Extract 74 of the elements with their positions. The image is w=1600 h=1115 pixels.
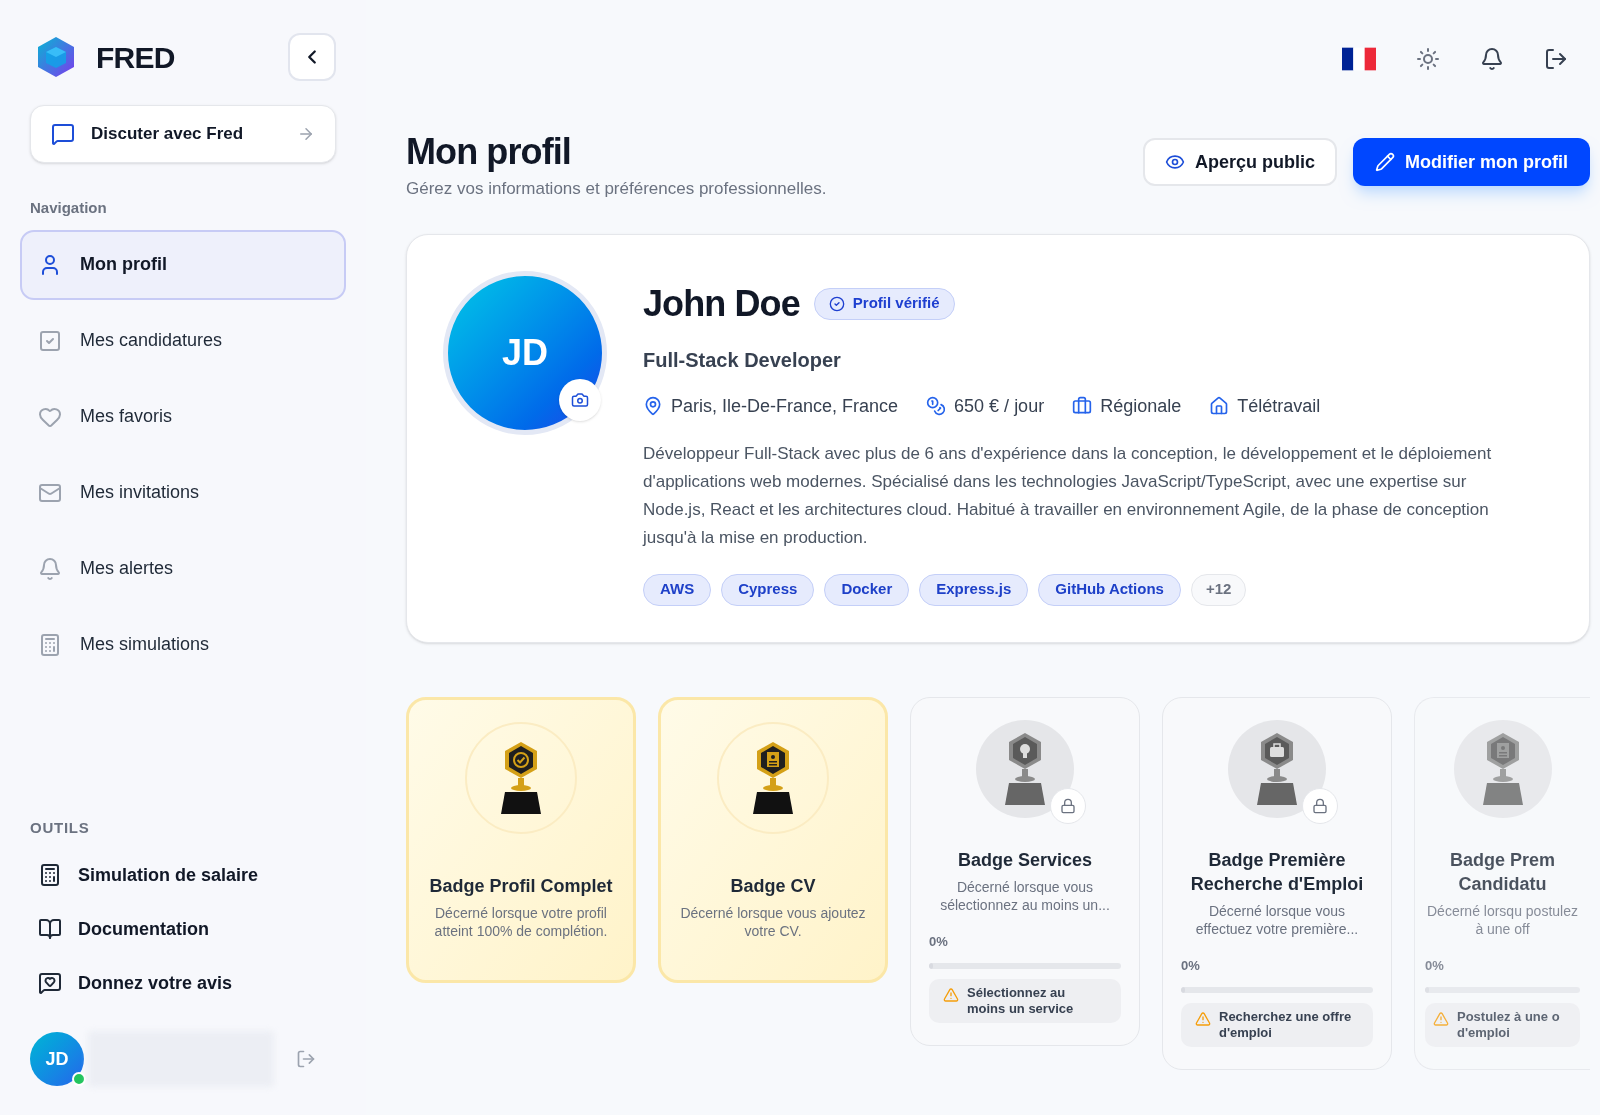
- location-pin-icon: [643, 396, 663, 416]
- lock-icon: [1060, 797, 1076, 814]
- hint-text: Sélectionnez au moins un service: [967, 985, 1075, 1017]
- public-preview-button[interactable]: Aperçu public: [1143, 138, 1337, 186]
- badge-description: Décerné lorsqu postulez à une off: [1426, 901, 1579, 938]
- section-label: Navigation: [29, 198, 108, 218]
- profile-name: John Doe: [643, 281, 800, 326]
- notification-bell-icon[interactable]: [1480, 47, 1504, 71]
- edit-profile-button[interactable]: Modifier mon profil: [1353, 138, 1590, 186]
- nav-item[interactable]: Mes invitations: [20, 457, 346, 528]
- progress-label: 0%: [1425, 956, 1445, 975]
- badge-title: Badge CV: [730, 874, 816, 898]
- progress-label: 0%: [1181, 956, 1201, 975]
- badge-description: Décerné lorsque vous ajoutez votre CV.: [679, 903, 867, 940]
- page-subtitle: Gérez vos informations et préférences professionnelles.: [406, 178, 827, 200]
- profile-headline: Full-Stack Developer: [643, 347, 842, 373]
- nav-item[interactable]: Mon profil: [20, 229, 346, 300]
- badge-title: Badge Services: [957, 848, 1093, 872]
- house-icon: [1209, 396, 1230, 416]
- progress-label: 0%: [929, 932, 949, 951]
- skill-tag: Docker: [824, 573, 910, 606]
- brand-name: FRED: [96, 39, 175, 76]
- profile-detail: 650 € / jour: [954, 394, 1045, 418]
- logout-icon[interactable]: [1544, 47, 1568, 71]
- calculator-icon: [38, 632, 62, 657]
- arrow-right-icon: [297, 125, 315, 143]
- hint-text: Recherchez une offre d'emploi: [1219, 1009, 1353, 1041]
- lock-icon: [1312, 797, 1328, 814]
- page-title: Mon profil: [406, 130, 572, 174]
- coins-icon: [926, 396, 947, 416]
- french-flag-icon[interactable]: [1342, 47, 1376, 71]
- skill-tag: Cypress: [721, 573, 815, 606]
- profile-bio: Développeur Full-Stack avec plus de 6 ans d'expérience dans la conception, le développement et le déploiement d'applications web modernes. Spécialisé dans les technologies JavaScript/TypeScript, avec une expertise sur Node.js, React et les architectures cloud. Habitué à travailler en environnement Agile, de la phase de conception jusqu'à la mise en production.: [643, 442, 1493, 549]
- skill-tag: Express.js: [919, 573, 1029, 606]
- badge-description: Décerné lorsque vous sélectionnez au moins un...: [939, 877, 1111, 914]
- tool-item[interactable]: Documentation: [20, 907, 346, 951]
- warning-icon: [1433, 1011, 1449, 1027]
- nav-item[interactable]: Mes favoris: [20, 381, 346, 452]
- badge-title: Badge Première Recherche d'Emploi: [1189, 848, 1365, 896]
- cube-logo-icon: [36, 35, 76, 79]
- profile-avatar: JD: [443, 270, 607, 435]
- nav-item[interactable]: Mes alertes: [20, 533, 346, 604]
- bell-icon: [38, 556, 62, 581]
- badge-description: Décerné lorsque votre profil atteint 100% de complétion.: [433, 903, 609, 940]
- nav-item[interactable]: Mes simulations: [20, 609, 346, 680]
- badge-title: Badge Profil Complet: [429, 874, 613, 898]
- pencil-icon: [1375, 152, 1395, 172]
- check-circle-icon: [828, 295, 845, 312]
- skill-tag: GitHub Actions: [1038, 573, 1181, 606]
- skill-tag: AWS: [643, 573, 712, 606]
- tool-item[interactable]: Simulation de salaire: [20, 853, 346, 897]
- briefcase-icon: [1072, 396, 1093, 416]
- nav-item[interactable]: Mes candidatures: [20, 305, 346, 376]
- hint-text: Postulez à une o d'emploi: [1457, 1009, 1561, 1041]
- profile-detail: Télétravail: [1237, 394, 1321, 418]
- checkbox-icon: [38, 328, 62, 353]
- warning-icon: [1195, 1011, 1211, 1027]
- calculator-icon: [38, 863, 62, 887]
- chat-icon: [51, 122, 75, 146]
- theme-toggle-icon[interactable]: [1416, 47, 1440, 71]
- book-icon: [38, 917, 62, 941]
- section-label: OUTILS: [29, 817, 91, 838]
- verified-badge: Profil vérifié: [813, 287, 955, 320]
- chat-button[interactable]: Discuter avec Fred: [30, 105, 336, 163]
- eye-icon: [1165, 152, 1185, 172]
- badge-description: Décerné lorsque vous effectuez votre première...: [1194, 901, 1360, 938]
- profile-detail: Régionale: [1100, 394, 1182, 418]
- profile-detail: Paris, Ile-De-France, France: [671, 394, 899, 418]
- badge-title: Badge Prem Candidatu: [1448, 848, 1556, 896]
- feedback-icon: [38, 971, 62, 995]
- tool-item[interactable]: Donnez votre avis: [20, 961, 346, 1005]
- camera-icon: [571, 390, 589, 409]
- more-skills-tag[interactable]: +12: [1190, 573, 1247, 606]
- warning-icon: [943, 987, 959, 1003]
